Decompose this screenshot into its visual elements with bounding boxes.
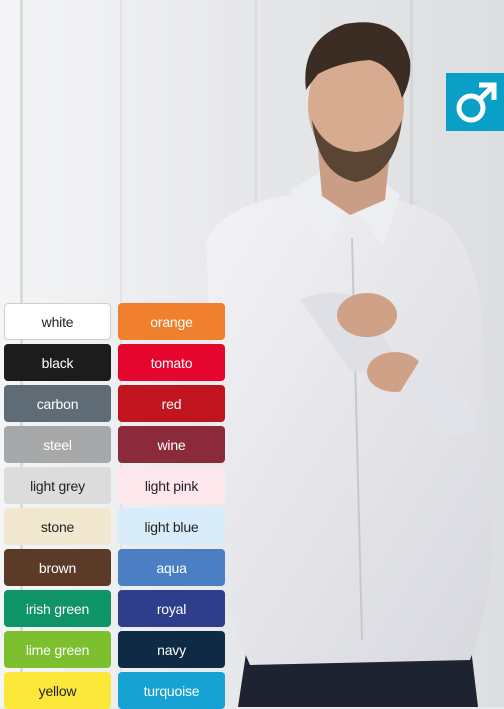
color-swatch-grid: white orange black tomato carbon red steel wine…: [4, 303, 225, 709]
color-swatch-black[interactable]: black: [4, 344, 111, 381]
color-swatch-aqua[interactable]: aqua: [118, 549, 225, 586]
color-swatch-orange[interactable]: orange: [118, 303, 225, 340]
color-swatch-white[interactable]: white: [4, 303, 111, 340]
male-badge: [446, 73, 504, 131]
color-swatch-wine[interactable]: wine: [118, 426, 225, 463]
male-symbol-icon: [446, 73, 504, 131]
color-swatch-light-blue[interactable]: light blue: [118, 508, 225, 545]
color-swatch-turquoise[interactable]: turquoise: [118, 672, 225, 709]
color-swatch-steel[interactable]: steel: [4, 426, 111, 463]
color-swatch-tomato[interactable]: tomato: [118, 344, 225, 381]
color-swatch-lime-green[interactable]: lime green: [4, 631, 111, 668]
color-swatch-red[interactable]: red: [118, 385, 225, 422]
color-swatch-carbon[interactable]: carbon: [4, 385, 111, 422]
color-swatch-royal[interactable]: royal: [118, 590, 225, 627]
color-swatch-light-pink[interactable]: light pink: [118, 467, 225, 504]
color-swatch-light-grey[interactable]: light grey: [4, 467, 111, 504]
color-swatch-brown[interactable]: brown: [4, 549, 111, 586]
color-swatch-stone[interactable]: stone: [4, 508, 111, 545]
color-swatch-irish-green[interactable]: irish green: [4, 590, 111, 627]
color-swatch-navy[interactable]: navy: [118, 631, 225, 668]
color-swatch-yellow[interactable]: yellow: [4, 672, 111, 709]
